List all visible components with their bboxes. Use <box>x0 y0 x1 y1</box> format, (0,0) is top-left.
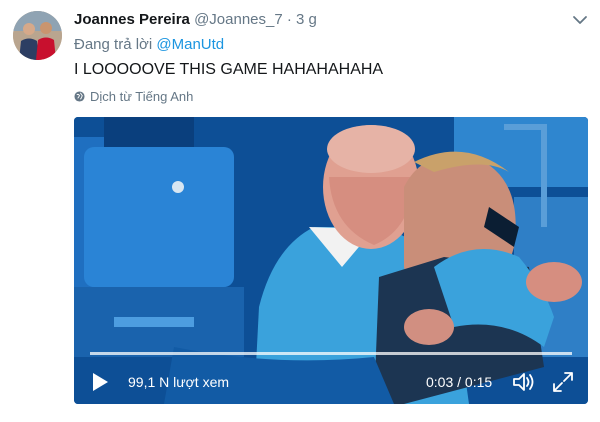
author-handle[interactable]: @Joannes_7 <box>194 11 283 28</box>
video-controls: 99,1 N lượt xem 0:03 / 0:15 <box>74 367 588 397</box>
view-count: 99,1 N lượt xem <box>128 374 230 390</box>
translate-label: Dịch từ Tiếng Anh <box>90 89 194 104</box>
translate-link[interactable]: Dịch từ Tiếng Anh <box>74 89 193 104</box>
volume-icon[interactable] <box>512 371 536 393</box>
replying-to: Đang trả lời @ManUtd <box>74 36 224 53</box>
chevron-down-icon[interactable] <box>572 14 588 26</box>
video-frame <box>74 117 588 404</box>
play-icon[interactable] <box>90 372 110 392</box>
video-progress-bar[interactable] <box>90 352 572 355</box>
fullscreen-icon[interactable] <box>552 371 574 393</box>
tweet-time[interactable]: 3 g <box>296 11 317 28</box>
tweet: Joannes Pereira @Joannes_7 · 3 g Đang tr… <box>0 0 600 422</box>
separator-dot: · <box>286 11 292 28</box>
avatar[interactable] <box>13 11 62 60</box>
globe-icon <box>74 91 85 102</box>
reply-prefix: Đang trả lời <box>74 36 153 53</box>
author-name[interactable]: Joannes Pereira <box>74 11 190 28</box>
reply-mention-link[interactable]: @ManUtd <box>156 36 224 53</box>
video-player[interactable]: 99,1 N lượt xem 0:03 / 0:15 <box>74 117 588 404</box>
tweet-text: I LOOOOOVE THIS GAME HAHAHAHAHA <box>74 61 384 78</box>
video-duration: 0:03 / 0:15 <box>426 374 493 390</box>
tweet-header: Joannes Pereira @Joannes_7 · 3 g <box>74 11 317 28</box>
avatar-image <box>13 11 62 60</box>
